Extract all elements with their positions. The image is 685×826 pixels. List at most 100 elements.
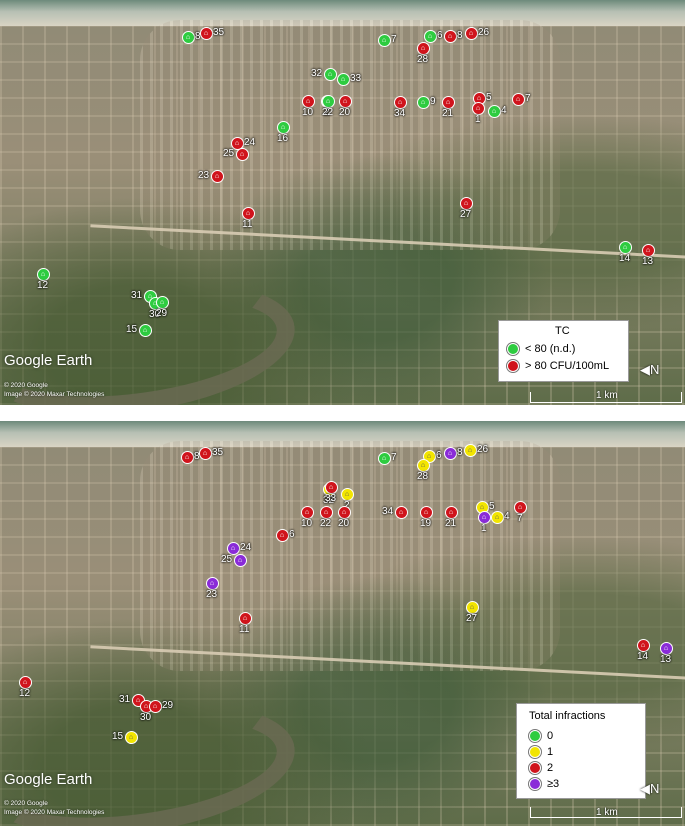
legend-swatch bbox=[529, 778, 541, 790]
legend-label: 2 bbox=[547, 762, 554, 774]
site-label: 27 bbox=[466, 613, 478, 624]
legend-label: 0 bbox=[547, 730, 554, 742]
site-label: 12 bbox=[37, 280, 49, 291]
site-label: 34 bbox=[382, 506, 394, 517]
site-label: 1 bbox=[475, 114, 481, 125]
site-marker-9[interactable]: ⌂ bbox=[416, 95, 430, 109]
site-marker-23[interactable]: ⌂ bbox=[205, 576, 219, 590]
site-label: 24 bbox=[244, 137, 256, 148]
site-marker-26[interactable]: ⌂ bbox=[464, 26, 478, 40]
legend-item: 2 bbox=[529, 762, 553, 774]
site-marker-4[interactable]: ⌂ bbox=[487, 104, 501, 118]
legend-swatch bbox=[507, 360, 519, 372]
site-marker-26[interactable]: ⌂ bbox=[463, 443, 477, 457]
site-marker-7[interactable]: ⌂ bbox=[513, 500, 527, 514]
site-marker-20[interactable]: ⌂ bbox=[337, 505, 351, 519]
site-marker-14[interactable]: ⌂ bbox=[636, 638, 650, 652]
site-label: 4 bbox=[501, 105, 507, 116]
site-marker-8[interactable]: ⌂ bbox=[181, 30, 195, 44]
site-label: 7 bbox=[525, 93, 531, 104]
house-icon: ⌂ bbox=[467, 446, 473, 454]
site-marker-25[interactable]: ⌂ bbox=[233, 553, 247, 567]
site-marker-29[interactable]: ⌂ bbox=[155, 295, 169, 309]
site-marker-34[interactable]: ⌂ bbox=[394, 505, 408, 519]
house-icon: ⌂ bbox=[341, 508, 347, 516]
site-marker-8[interactable]: ⌂ bbox=[180, 450, 194, 464]
site-marker-7[interactable]: ⌂ bbox=[377, 33, 391, 47]
site-marker-10[interactable]: ⌂ bbox=[300, 505, 314, 519]
site-marker-11[interactable]: ⌂ bbox=[241, 206, 255, 220]
site-marker-6[interactable]: ⌂ bbox=[275, 528, 289, 542]
site-marker-15[interactable]: ⌂ bbox=[138, 323, 152, 337]
site-marker-34[interactable]: ⌂ bbox=[393, 95, 407, 109]
site-marker-24[interactable]: ⌂ bbox=[226, 541, 240, 555]
site-marker-27[interactable]: ⌂ bbox=[465, 600, 479, 614]
site-marker-16[interactable]: ⌂ bbox=[276, 120, 290, 134]
site-marker-2[interactable]: ⌂ bbox=[340, 487, 354, 501]
legend-item: 0 bbox=[529, 730, 553, 742]
site-marker-21[interactable]: ⌂ bbox=[444, 505, 458, 519]
site-marker-22[interactable]: ⌂ bbox=[319, 505, 333, 519]
north-label: N bbox=[650, 781, 660, 796]
house-icon: ⌂ bbox=[128, 733, 134, 741]
site-label: 11 bbox=[242, 219, 253, 230]
house-icon: ⌂ bbox=[184, 453, 190, 461]
site-marker-15[interactable]: ⌂ bbox=[124, 730, 138, 744]
site-marker-7[interactable]: ⌂ bbox=[511, 92, 525, 106]
house-icon: ⌂ bbox=[209, 579, 215, 587]
site-marker-12[interactable]: ⌂ bbox=[18, 675, 32, 689]
site-marker-19[interactable]: ⌂ bbox=[419, 505, 433, 519]
legend-label: ≥3 bbox=[547, 778, 560, 790]
site-label: 16 bbox=[277, 133, 289, 144]
house-icon: ⌂ bbox=[645, 246, 651, 254]
house-icon: ⌂ bbox=[397, 98, 403, 106]
site-marker-10[interactable]: ⌂ bbox=[301, 94, 315, 108]
site-marker-13[interactable]: ⌂ bbox=[641, 243, 655, 257]
legend-swatch bbox=[507, 343, 519, 355]
site-label: 20 bbox=[338, 518, 350, 529]
site-marker-6[interactable]: ⌂ bbox=[423, 29, 437, 43]
site-label: 29 bbox=[162, 700, 174, 711]
site-marker-14[interactable]: ⌂ bbox=[618, 240, 632, 254]
site-marker-22[interactable]: ⌂ bbox=[321, 94, 335, 108]
house-icon: ⌂ bbox=[381, 454, 387, 462]
site-marker-33[interactable]: ⌂ bbox=[324, 480, 338, 494]
site-label: 22 bbox=[320, 518, 332, 529]
house-icon: ⌂ bbox=[426, 452, 432, 460]
site-label: 6 bbox=[437, 30, 443, 41]
site-marker-1[interactable]: ⌂ bbox=[471, 101, 485, 115]
site-marker-12[interactable]: ⌂ bbox=[36, 267, 50, 281]
site-marker-11[interactable]: ⌂ bbox=[238, 611, 252, 625]
site-marker-8[interactable]: ⌂ bbox=[443, 29, 457, 43]
site-marker-27[interactable]: ⌂ bbox=[459, 196, 473, 210]
legend-swatch bbox=[529, 762, 541, 774]
site-marker-8[interactable]: ⌂ bbox=[443, 446, 457, 460]
legend-tc: TC < 80 (n.d.) > 80 CFU/100mL bbox=[498, 320, 629, 382]
site-marker-13[interactable]: ⌂ bbox=[659, 641, 673, 655]
house-icon: ⌂ bbox=[447, 32, 453, 40]
site-marker-25[interactable]: ⌂ bbox=[235, 147, 249, 161]
site-marker-29[interactable]: ⌂ bbox=[148, 699, 162, 713]
urban-area bbox=[140, 20, 560, 250]
site-marker-1[interactable]: ⌂ bbox=[477, 510, 491, 524]
site-marker-23[interactable]: ⌂ bbox=[210, 169, 224, 183]
site-marker-32[interactable]: ⌂ bbox=[323, 67, 337, 81]
site-marker-28[interactable]: ⌂ bbox=[416, 458, 430, 472]
house-icon: ⌂ bbox=[515, 95, 521, 103]
site-marker-7[interactable]: ⌂ bbox=[377, 451, 391, 465]
site-marker-33[interactable]: ⌂ bbox=[336, 72, 350, 86]
legend-title: Total infractions bbox=[529, 710, 606, 722]
site-label: 7 bbox=[391, 34, 397, 45]
site-marker-35[interactable]: ⌂ bbox=[198, 446, 212, 460]
arrow-left-icon: ◀ bbox=[640, 781, 650, 796]
site-label: 8 bbox=[457, 447, 463, 458]
scale-label: 1 km bbox=[596, 390, 618, 401]
house-icon: ⌂ bbox=[481, 513, 487, 521]
site-marker-28[interactable]: ⌂ bbox=[416, 41, 430, 55]
site-marker-20[interactable]: ⌂ bbox=[338, 94, 352, 108]
site-marker-4[interactable]: ⌂ bbox=[490, 510, 504, 524]
site-marker-35[interactable]: ⌂ bbox=[199, 26, 213, 40]
site-label: 7 bbox=[391, 452, 397, 463]
arrow-left-icon: ◀ bbox=[640, 362, 650, 377]
site-marker-21[interactable]: ⌂ bbox=[441, 95, 455, 109]
